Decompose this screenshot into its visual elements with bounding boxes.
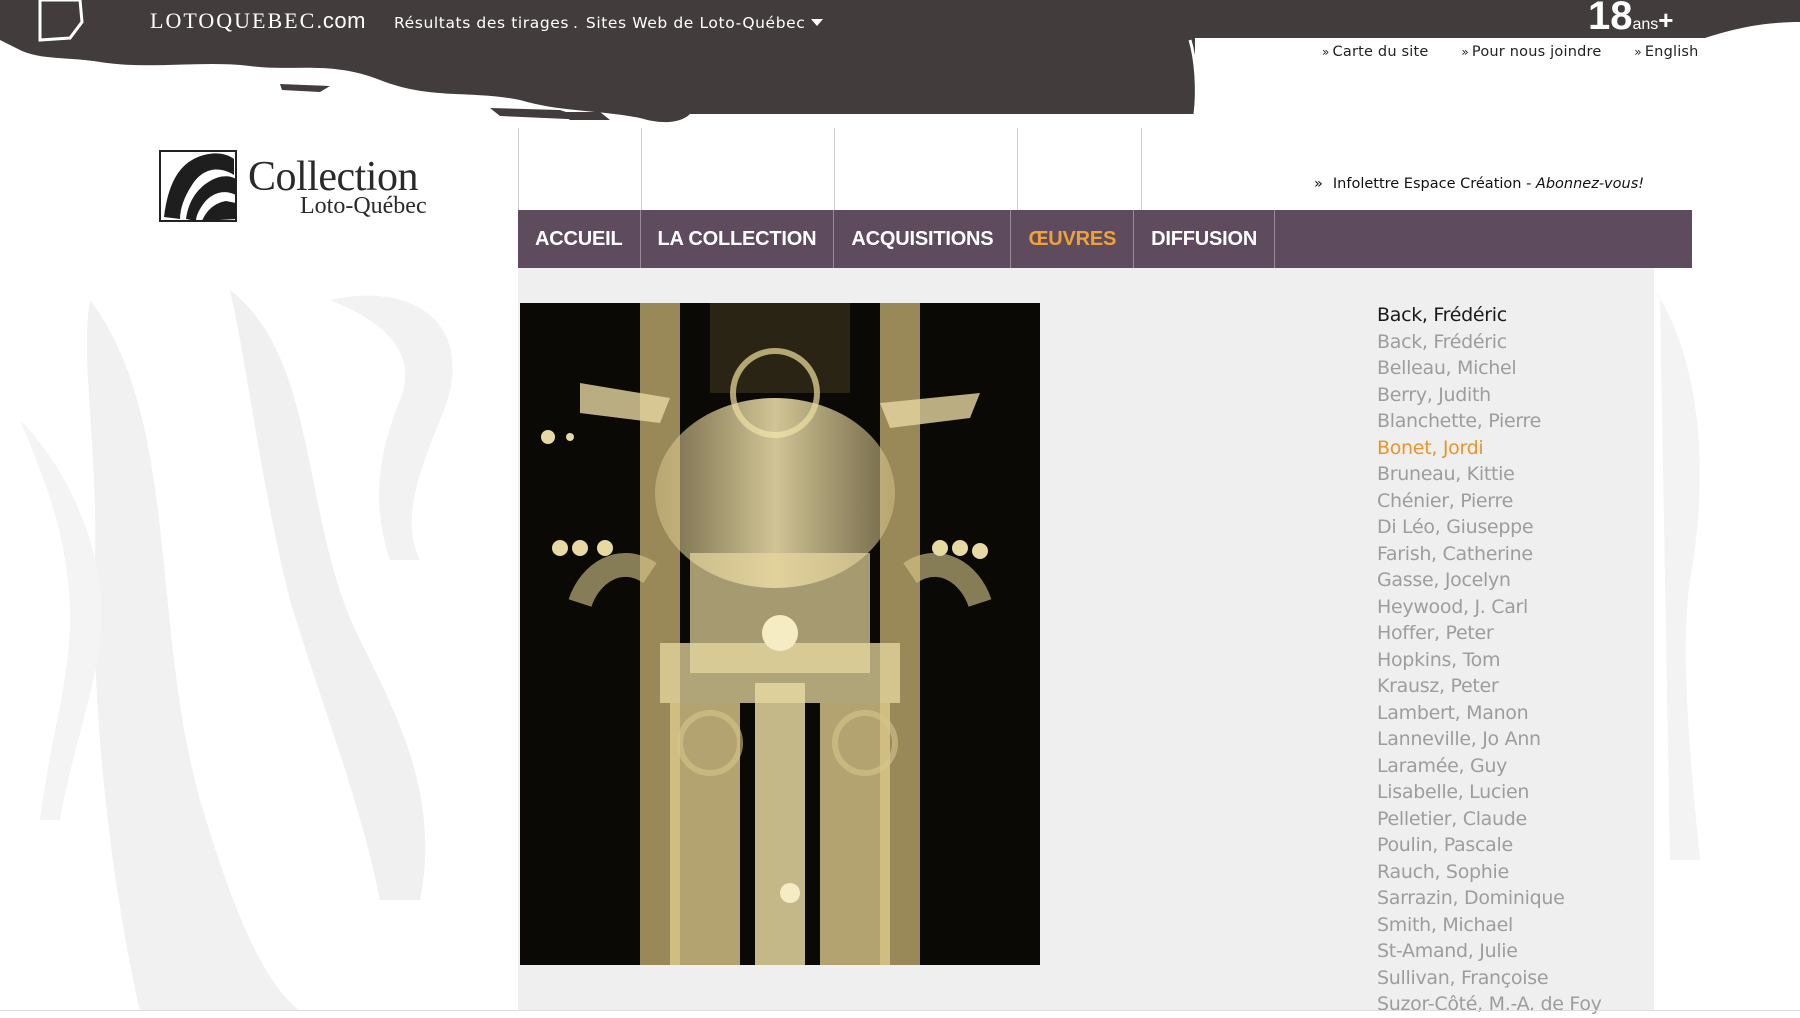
nav-accueil[interactable]: ACCUEIL — [518, 210, 641, 268]
artist-link[interactable]: Belleau, Michel — [1377, 355, 1602, 382]
artist-link[interactable]: Rauch, Sophie — [1377, 859, 1602, 886]
chevron-down-icon — [811, 19, 824, 26]
nav-oeuvres[interactable]: ŒUVRES — [1011, 210, 1135, 268]
logo-subtitle: Loto-Québec — [300, 193, 427, 219]
artist-link[interactable]: Lisabelle, Lucien — [1377, 779, 1602, 806]
nav-divider — [834, 128, 835, 210]
artist-link[interactable]: Laramée, Guy — [1377, 753, 1602, 780]
nav-divider — [1141, 128, 1142, 210]
artist-link-selected[interactable]: Bonet, Jordi — [1377, 435, 1602, 462]
artist-link[interactable]: Smith, Michael — [1377, 912, 1602, 939]
artist-link[interactable]: Heywood, J. Carl — [1377, 594, 1602, 621]
artist-link[interactable]: Lambert, Manon — [1377, 700, 1602, 727]
artist-link[interactable]: Farish, Catherine — [1377, 541, 1602, 568]
artist-link[interactable]: Lanneville, Jo Ann — [1377, 726, 1602, 753]
newsletter-link[interactable]: » Infolettre Espace Création - Abonnez-vo… — [1314, 176, 1644, 192]
artist-link[interactable]: St-Amand, Julie — [1377, 938, 1602, 965]
artist-link[interactable]: Krausz, Peter — [1377, 673, 1602, 700]
artist-list: Back, Frédéric Back, Frédéric Belleau, M… — [1377, 302, 1602, 1018]
artist-link[interactable]: Sullivan, Françoise — [1377, 965, 1602, 992]
nav-divider — [641, 128, 642, 210]
nav-acquisitions[interactable]: ACQUISITIONS — [834, 210, 1012, 268]
utility-links: » Carte du site » Pour nous joindre » Engli… — [1322, 44, 1727, 60]
nav-header-area — [518, 128, 1692, 210]
global-topbar: LOTOQUEBEC.com Résultats des tirages . S… — [150, 8, 824, 34]
nav-divider — [1017, 128, 1018, 210]
websites-dropdown[interactable]: Sites Web de Loto-Québec — [586, 14, 824, 32]
artist-link[interactable]: Suzor-Côté, M.-A. de Foy — [1377, 991, 1602, 1018]
artist-link[interactable]: Berry, Judith — [1377, 382, 1602, 409]
english-link[interactable]: » English — [1634, 44, 1712, 60]
results-link[interactable]: Résultats des tirages — [394, 14, 569, 32]
artist-link[interactable]: Chénier, Pierre — [1377, 488, 1602, 515]
sitemap-link[interactable]: » Carte du site — [1322, 44, 1443, 60]
artist-link[interactable]: Blanchette, Pierre — [1377, 408, 1602, 435]
main-navigation: ACCUEIL LA COLLECTION ACQUISITIONS ŒUVRE… — [518, 210, 1692, 268]
topbar-separator: . — [573, 14, 578, 32]
artist-link[interactable]: Hopkins, Tom — [1377, 647, 1602, 674]
artist-link[interactable]: Sarrazin, Dominique — [1377, 885, 1602, 912]
collection-logo[interactable]: Collection Loto-Québec — [158, 145, 458, 230]
nav-diffusion[interactable]: DIFFUSION — [1134, 210, 1276, 268]
artist-link[interactable]: Gasse, Jocelyn — [1377, 567, 1602, 594]
artist-link[interactable]: Pelletier, Claude — [1377, 806, 1602, 833]
age-18-plus-badge: 18ans+ — [1588, 0, 1674, 38]
collection-logo-mark — [159, 150, 237, 222]
lotoquebec-brand-link[interactable]: LOTOQUEBEC.com — [150, 8, 366, 34]
artist-link[interactable]: Back, Frédéric — [1377, 329, 1602, 356]
current-artist-heading: Back, Frédéric — [1377, 304, 1507, 326]
artist-link[interactable]: Hoffer, Peter — [1377, 620, 1602, 647]
artist-link[interactable]: Di Léo, Giuseppe — [1377, 514, 1602, 541]
artist-link[interactable]: Bruneau, Kittie — [1377, 461, 1602, 488]
contact-link[interactable]: » Pour nous joindre — [1461, 44, 1615, 60]
nav-divider — [518, 128, 519, 210]
artwork-image — [520, 303, 1040, 965]
artist-link[interactable]: Poulin, Pascale — [1377, 832, 1602, 859]
nav-la-collection[interactable]: LA COLLECTION — [641, 210, 835, 268]
